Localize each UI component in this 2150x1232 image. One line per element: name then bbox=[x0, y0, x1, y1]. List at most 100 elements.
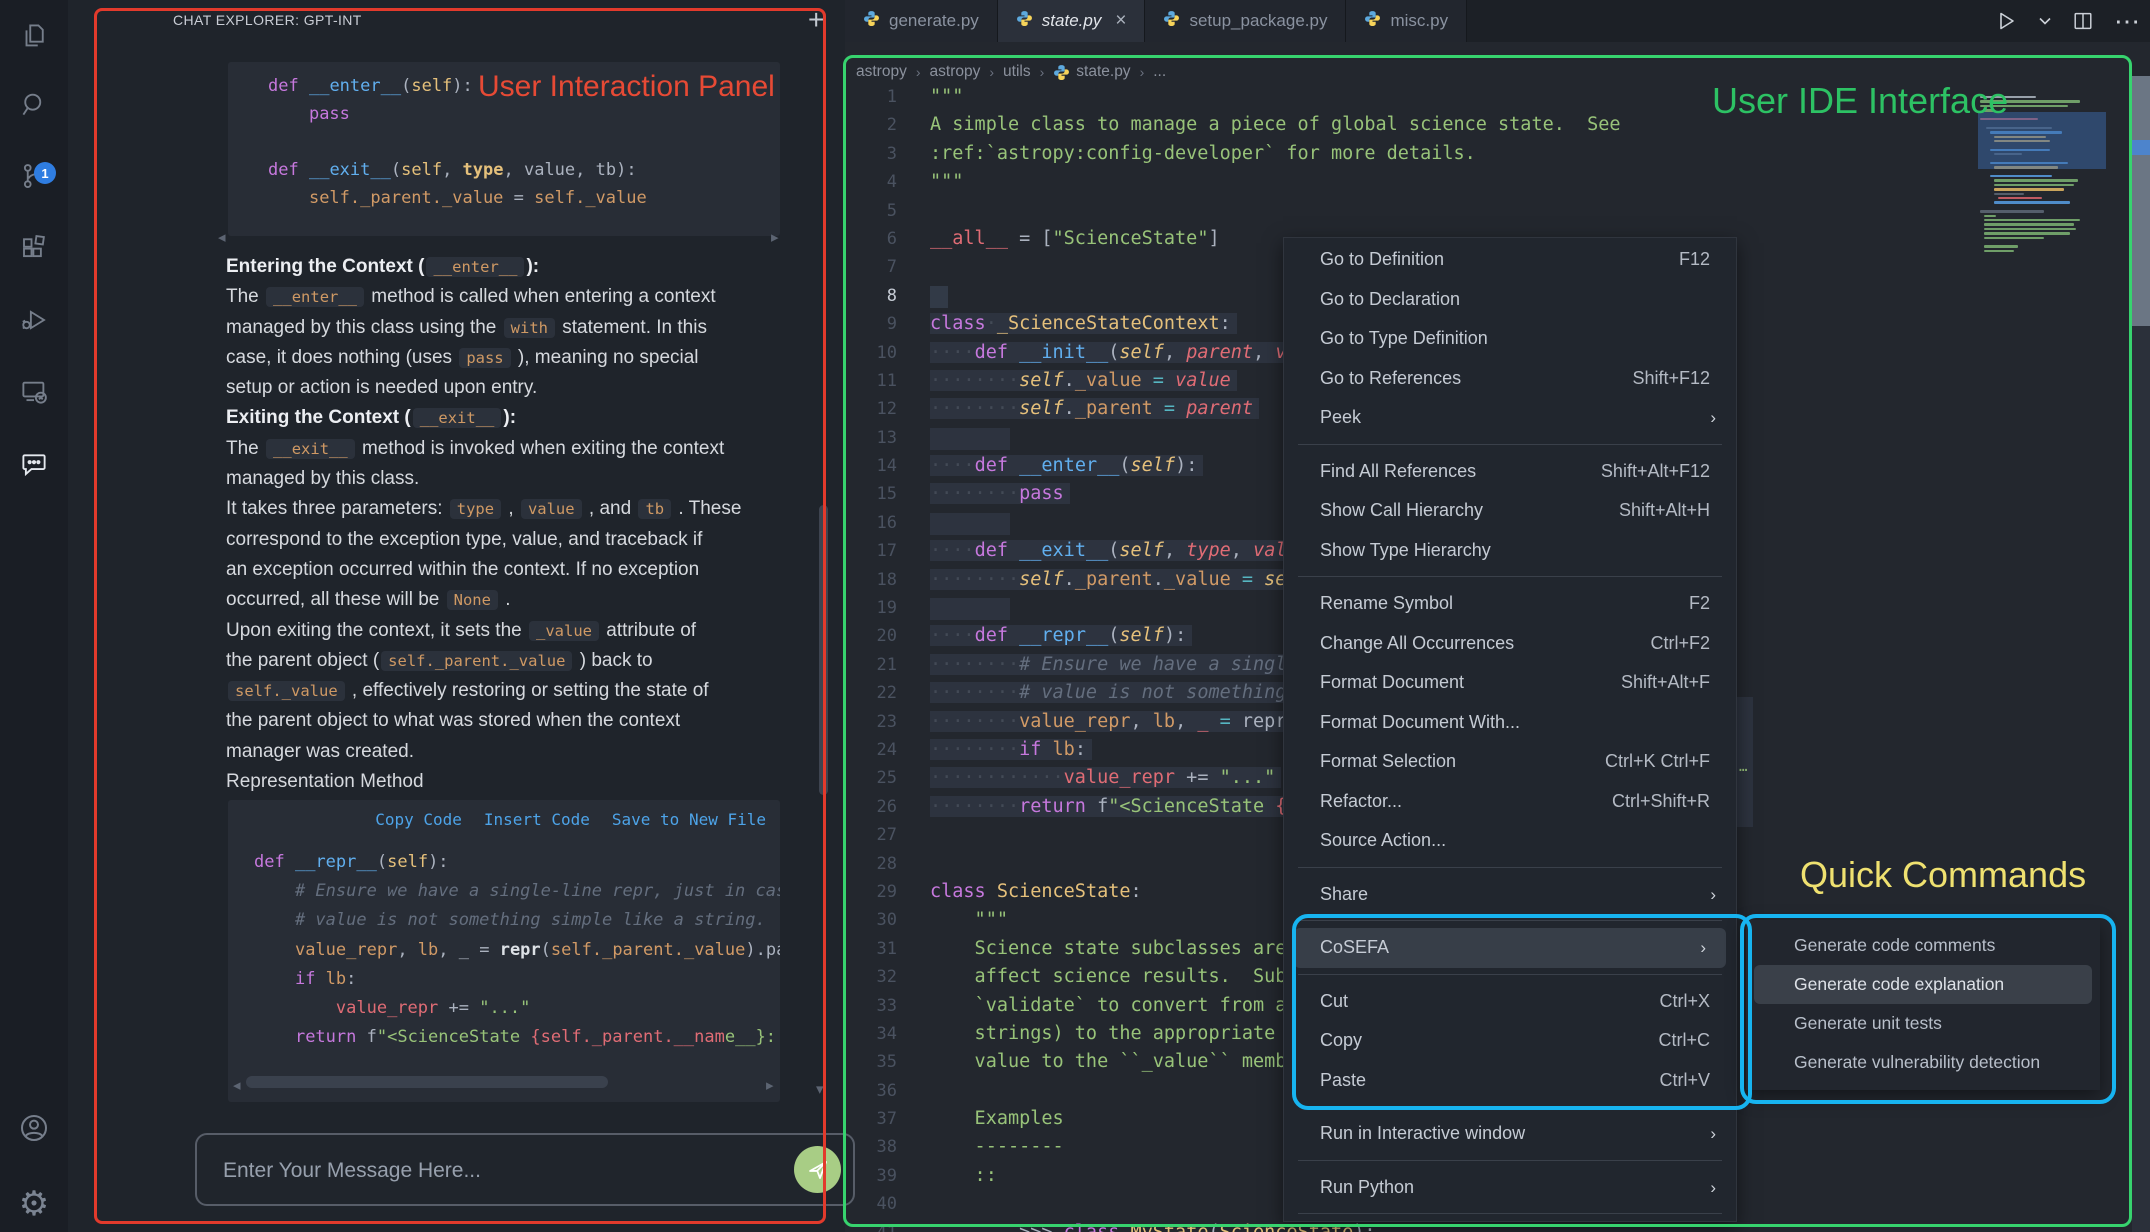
source-control-icon[interactable]: 1 bbox=[0, 148, 68, 204]
extensions-icon[interactable] bbox=[0, 220, 68, 276]
horizontal-scrollbar[interactable] bbox=[246, 1076, 608, 1088]
save-to-new-file-link[interactable]: Save to New File bbox=[612, 810, 766, 829]
files-icon[interactable] bbox=[0, 8, 68, 64]
minimap-line bbox=[1980, 105, 2068, 107]
submenu-chevron-icon: › bbox=[1700, 928, 1706, 968]
menu-item-rename-symbol[interactable]: Rename SymbolF2 bbox=[1284, 584, 1736, 624]
chat-text-line: setup or action is needed upon entry. bbox=[226, 373, 826, 403]
menu-item-go-to-declaration[interactable]: Go to Declaration bbox=[1284, 280, 1736, 320]
tab-state.py[interactable]: state.py× bbox=[998, 0, 1146, 42]
menu-item-cosefa[interactable]: CoSEFA› bbox=[1294, 928, 1726, 968]
minimap-line bbox=[1994, 193, 2024, 195]
chat-code-line: pass bbox=[228, 100, 780, 128]
inline-code-chip: self._parent._value bbox=[381, 651, 572, 671]
chat-vertical-scrollbar[interactable] bbox=[819, 505, 828, 795]
submenu-item-generate-code-comments[interactable]: Generate code comments bbox=[1754, 926, 2092, 965]
scrollbar-thumb[interactable] bbox=[2132, 76, 2150, 326]
search-icon[interactable] bbox=[0, 76, 68, 132]
chat-text-line: Exiting the Context (__exit__): bbox=[226, 403, 826, 433]
account-icon[interactable] bbox=[0, 1100, 68, 1156]
breadcrumb-item[interactable]: astropy bbox=[856, 63, 907, 81]
shortcut: Ctrl+Shift+R bbox=[1612, 782, 1710, 822]
menu-item-copy[interactable]: CopyCtrl+C bbox=[1284, 1021, 1736, 1061]
chat-icon[interactable] bbox=[0, 436, 68, 492]
breadcrumb-item[interactable]: ... bbox=[1153, 63, 1166, 81]
menu-item-paste[interactable]: PasteCtrl+V bbox=[1284, 1061, 1736, 1101]
more-actions-icon[interactable]: ⋯ bbox=[2114, 6, 2140, 37]
insert-code-link[interactable]: Insert Code bbox=[484, 810, 590, 829]
breadcrumb-item[interactable]: astropy bbox=[930, 63, 981, 81]
menu-item-format-document[interactable]: Format DocumentShift+Alt+F bbox=[1284, 663, 1736, 703]
chat-explanation-text: Entering the Context (__enter__):The __e… bbox=[226, 252, 826, 797]
menu-item-show-type-hierarchy[interactable]: Show Type Hierarchy bbox=[1284, 531, 1736, 571]
scroll-right-icon[interactable]: ▸ bbox=[766, 1076, 774, 1094]
menu-item-go-to-definition[interactable]: Go to DefinitionF12 bbox=[1284, 240, 1736, 280]
menu-item-peek[interactable]: Peek› bbox=[1284, 398, 1736, 438]
chat-code-line: def __exit__(self, type, value, tb): bbox=[228, 156, 780, 184]
inline-code-chip: tb bbox=[638, 499, 671, 519]
send-button[interactable] bbox=[794, 1146, 841, 1193]
chat-text-line: Upon exiting the context, it sets the _v… bbox=[226, 616, 826, 646]
menu-item-go-to-references[interactable]: Go to ReferencesShift+F12 bbox=[1284, 359, 1736, 399]
menu-item-run-in-interactive-window[interactable]: Run in Interactive window› bbox=[1284, 1114, 1736, 1154]
split-editor-icon[interactable] bbox=[2072, 10, 2094, 32]
cosefa-submenu: Generate code commentsGenerate code expl… bbox=[1746, 920, 2100, 1090]
minimap-line bbox=[1994, 201, 2070, 203]
message-input[interactable] bbox=[221, 1135, 745, 1206]
python-icon bbox=[1016, 10, 1033, 32]
chat-panel-title: CHAT EXPLORER: GPT-INT bbox=[173, 12, 362, 28]
scroll-left-icon[interactable]: ◂ bbox=[233, 1076, 241, 1094]
editor-scrollbar[interactable] bbox=[2132, 76, 2150, 1232]
run-python-file-icon[interactable] bbox=[1994, 9, 2018, 33]
tab-setup_package.py[interactable]: setup_package.py bbox=[1145, 0, 1346, 42]
menu-separator bbox=[1298, 920, 1722, 921]
menu-item-format-selection[interactable]: Format SelectionCtrl+K Ctrl+F bbox=[1284, 742, 1736, 782]
remote-explorer-icon[interactable] bbox=[0, 364, 68, 420]
submenu-item-generate-code-explanation[interactable]: Generate code explanation bbox=[1754, 965, 2092, 1004]
scroll-down-icon[interactable]: ▾ bbox=[816, 1080, 824, 1098]
close-tab-icon[interactable]: × bbox=[1115, 10, 1126, 32]
minimap-line bbox=[1990, 175, 2052, 177]
breadcrumb-item[interactable]: utils bbox=[1003, 63, 1031, 81]
minimap-line bbox=[1984, 215, 1996, 217]
chat-text-line: managed by this class. bbox=[226, 464, 826, 494]
menu-item-format-document-with[interactable]: Format Document With... bbox=[1284, 703, 1736, 743]
tab-generate.py[interactable]: generate.py bbox=[845, 0, 998, 42]
inline-code-chip: __exit__ bbox=[266, 439, 355, 459]
inline-code-chip: __enter__ bbox=[426, 257, 524, 277]
menu-item-refactor[interactable]: Refactor...Ctrl+Shift+R bbox=[1284, 782, 1736, 822]
menu-item-find-all-references[interactable]: Find All ReferencesShift+Alt+F12 bbox=[1284, 452, 1736, 492]
scroll-left-icon[interactable]: ◂ bbox=[218, 228, 226, 246]
minimap-line bbox=[1994, 179, 2078, 181]
run-debug-icon[interactable] bbox=[0, 292, 68, 348]
breadcrumb-item[interactable]: state.py bbox=[1076, 63, 1130, 81]
menu-item-cut[interactable]: CutCtrl+X bbox=[1284, 982, 1736, 1022]
scroll-right-icon[interactable]: ▸ bbox=[771, 228, 779, 246]
shortcut: Ctrl+F2 bbox=[1650, 624, 1710, 664]
minimap-line bbox=[1980, 100, 2080, 102]
submenu-item-generate-vulnerability-detection[interactable]: Generate vulnerability detection bbox=[1754, 1043, 2092, 1082]
shortcut: F2 bbox=[1689, 584, 1710, 624]
new-chat-icon[interactable]: + bbox=[808, 4, 824, 36]
copy-code-link[interactable]: Copy Code bbox=[375, 810, 462, 829]
menu-separator bbox=[1298, 1160, 1722, 1161]
chat-code-line: # Ensure we have a single-line repr, jus… bbox=[228, 877, 780, 906]
gear-glyph: ⚙ bbox=[19, 1184, 49, 1224]
submenu-item-generate-unit-tests[interactable]: Generate unit tests bbox=[1754, 1004, 2092, 1043]
run-dropdown-chevron-icon[interactable] bbox=[2038, 14, 2052, 28]
menu-item-show-call-hierarchy[interactable]: Show Call HierarchyShift+Alt+H bbox=[1284, 491, 1736, 531]
menu-item-run-python[interactable]: Run Python› bbox=[1284, 1168, 1736, 1208]
minimap-line bbox=[1980, 96, 2036, 98]
minimap-line bbox=[1984, 232, 2070, 234]
menu-item-source-action[interactable]: Source Action... bbox=[1284, 821, 1736, 861]
menu-item-share[interactable]: Share› bbox=[1284, 875, 1736, 915]
menu-separator bbox=[1298, 576, 1722, 577]
settings-gear-icon[interactable]: ⚙ bbox=[0, 1176, 68, 1232]
tab-misc.py[interactable]: misc.py bbox=[1346, 0, 1467, 42]
inline-code-chip: _value bbox=[529, 621, 599, 641]
menu-item-change-all-occurrences[interactable]: Change All OccurrencesCtrl+F2 bbox=[1284, 624, 1736, 664]
menu-item-go-to-type-definition[interactable]: Go to Type Definition bbox=[1284, 319, 1736, 359]
code-line-3: 3:ref:`astropy:config-developer` for mor… bbox=[845, 140, 2125, 168]
chat-text-line: case, it does nothing (uses pass ), mean… bbox=[226, 343, 826, 373]
inline-code-chip: None bbox=[447, 590, 498, 610]
